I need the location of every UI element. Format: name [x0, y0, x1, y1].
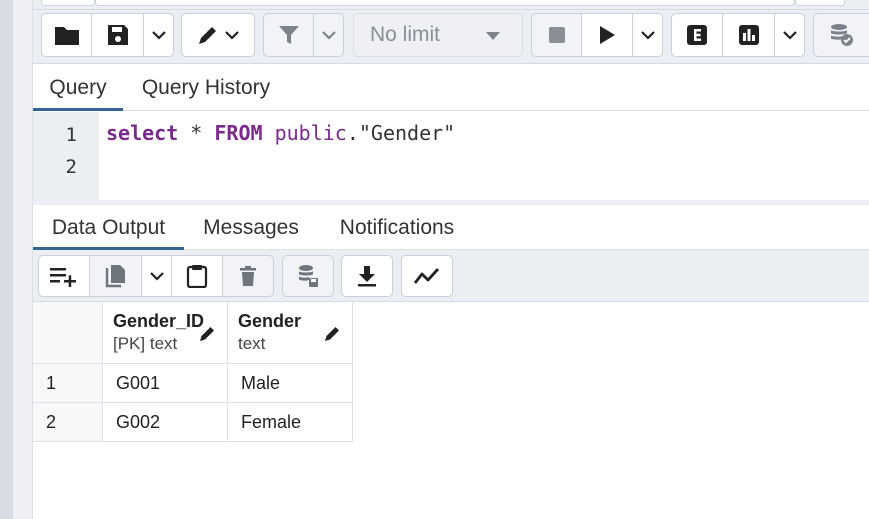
- tab-messages-label: Messages: [203, 215, 299, 239]
- row-number[interactable]: 1: [33, 364, 103, 403]
- column-type: [PK] text: [113, 334, 178, 353]
- sql-operator: *: [178, 121, 215, 145]
- add-row-icon: [50, 268, 76, 287]
- explain-icon: [687, 25, 707, 45]
- trash-icon: [240, 266, 256, 286]
- execute-options-button[interactable]: [633, 13, 663, 57]
- download-button[interactable]: [341, 255, 393, 297]
- column-type: text: [238, 334, 266, 353]
- top-strip-segment: [95, 0, 795, 6]
- sql-code-line[interactable]: select * FROM public."Gender": [106, 121, 455, 145]
- commit-button[interactable]: [813, 13, 869, 57]
- table-cell[interactable]: G002: [103, 403, 228, 442]
- sql-editor[interactable]: 1 2 select * FROM public."Gender": [33, 112, 869, 200]
- line-number-gutter: 1 2: [33, 112, 99, 200]
- table-cell[interactable]: G001: [103, 364, 228, 403]
- save-icon: [107, 25, 128, 45]
- caret-down-icon: [486, 32, 500, 40]
- row-limit-value: No limit: [370, 23, 441, 46]
- chevron-down-icon: [151, 31, 166, 40]
- sql-dot: .: [346, 121, 359, 145]
- top-strip-segment: [795, 0, 845, 6]
- tab-query[interactable]: Query: [33, 64, 123, 111]
- save-file-button[interactable]: [92, 13, 144, 57]
- sql-space: [263, 121, 275, 145]
- column-name: Gender_ID: [113, 311, 205, 331]
- line-number: 1: [65, 124, 77, 146]
- left-panel-edge: [0, 0, 13, 519]
- chevron-down-icon: [782, 31, 797, 40]
- copy-options-button[interactable]: [142, 255, 172, 297]
- database-check-icon: [830, 24, 853, 46]
- stop-icon: [548, 27, 565, 43]
- clipboard-icon: [186, 265, 208, 288]
- tab-data-output[interactable]: Data Output: [33, 205, 184, 250]
- execute-button[interactable]: [582, 13, 633, 57]
- copy-icon: [105, 265, 125, 288]
- download-icon: [358, 266, 376, 287]
- column-header-gender-id[interactable]: Gender_ID [PK] text: [103, 302, 228, 364]
- delete-button[interactable]: [223, 255, 274, 297]
- tab-query-history[interactable]: Query History: [131, 64, 281, 111]
- pencil-icon: [200, 327, 214, 341]
- chevron-down-icon: [149, 272, 164, 281]
- tab-data-output-label: Data Output: [51, 215, 166, 239]
- tab-messages[interactable]: Messages: [193, 205, 309, 250]
- play-icon: [600, 26, 615, 44]
- chevron-down-icon: [640, 31, 655, 40]
- top-strip: [33, 0, 869, 10]
- tab-notifications-label: Notifications: [339, 215, 455, 239]
- row-number[interactable]: 2: [33, 403, 103, 442]
- explain-button[interactable]: [671, 13, 723, 57]
- pencil-icon: [325, 327, 339, 341]
- grid-corner-cell[interactable]: [33, 302, 103, 364]
- editor-tabs: Query Query History: [33, 64, 869, 111]
- line-chart-icon: [414, 268, 440, 284]
- chevron-down-icon: [321, 31, 336, 40]
- database-save-icon: [299, 265, 318, 287]
- bar-chart-icon: [738, 25, 759, 45]
- tab-query-label: Query: [49, 75, 107, 99]
- paste-button[interactable]: [172, 255, 223, 297]
- row-limit-select[interactable]: No limit: [353, 13, 523, 57]
- column-name: Gender: [238, 311, 302, 331]
- top-strip-segment: [41, 0, 95, 6]
- left-panel-scroll-track: [13, 0, 33, 519]
- column-header-gender[interactable]: Gender text: [228, 302, 353, 364]
- explain-analyze-button[interactable]: [723, 13, 775, 57]
- graph-button[interactable]: [401, 255, 453, 297]
- save-data-button[interactable]: [282, 255, 334, 297]
- table-cell[interactable]: Female: [228, 403, 353, 442]
- filter-button[interactable]: [263, 13, 314, 57]
- tab-query-history-label: Query History: [141, 75, 271, 99]
- sql-keyword: FROM: [214, 121, 263, 145]
- filter-options-button[interactable]: [314, 13, 344, 57]
- line-number: 2: [65, 156, 77, 178]
- table-cell[interactable]: Male: [228, 364, 353, 403]
- sql-schema: public: [274, 121, 347, 145]
- sql-keyword: select: [106, 121, 179, 145]
- add-row-button[interactable]: [38, 255, 90, 297]
- explain-options-button[interactable]: [775, 13, 805, 57]
- data-output-toolbar: [33, 250, 869, 302]
- output-tabs: Data Output Messages Notifications: [33, 205, 869, 250]
- open-file-button[interactable]: [41, 13, 92, 57]
- filter-icon: [278, 26, 299, 44]
- tab-notifications[interactable]: Notifications: [325, 205, 469, 250]
- save-options-button[interactable]: [144, 13, 174, 57]
- copy-button[interactable]: [90, 255, 142, 297]
- query-tool: No limit Query Query History 1 2 select …: [33, 0, 869, 519]
- pencil-icon: [199, 27, 216, 44]
- edit-button[interactable]: [181, 13, 255, 57]
- query-toolbar: No limit: [33, 10, 869, 64]
- sql-table-name: "Gender": [358, 121, 456, 145]
- chevron-down-icon: [225, 31, 239, 40]
- stop-button[interactable]: [531, 13, 582, 57]
- folder-icon: [54, 27, 79, 45]
